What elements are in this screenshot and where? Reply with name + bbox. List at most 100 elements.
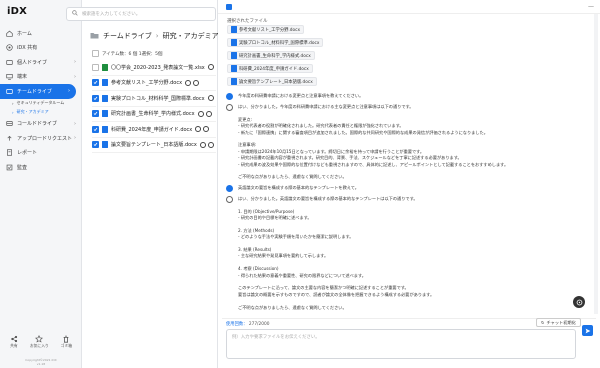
selected-file-chip[interactable]: 参考文献リスト_工学分野.docx bbox=[227, 25, 305, 34]
chevron-icon: › bbox=[68, 88, 70, 95]
home-icon bbox=[6, 30, 13, 37]
sidebar-item-upload-request[interactable]: アップロードリクエスト › bbox=[0, 131, 82, 146]
docx-file-icon bbox=[231, 78, 237, 85]
share-link-button[interactable]: 共有 bbox=[10, 334, 18, 349]
assistant-message: はい、分かりました。英語論文の要旨を構成する際の基本的なテンプレートは以下の通り… bbox=[226, 195, 588, 311]
docx-file-icon bbox=[231, 52, 237, 59]
file-checkbox[interactable] bbox=[92, 125, 99, 133]
chevron-icon: › bbox=[74, 120, 76, 127]
breadcrumb-root[interactable]: チームドライブ bbox=[103, 31, 152, 41]
item-count: アイテム数：6 個 1選択：5個 bbox=[92, 50, 163, 57]
sidebar-item-label: 端末 bbox=[17, 74, 28, 81]
sidebar-subitem-label: セキュリティデータルーム bbox=[16, 100, 65, 105]
trash-button[interactable]: ゴミ箱 bbox=[61, 334, 72, 349]
close-icon[interactable]: — bbox=[588, 3, 594, 10]
file-list: 〇〇学会_2020-2023_発表論文一覧.xlsx 参考文献リスト_工学分野.… bbox=[92, 60, 216, 153]
file-checkbox[interactable] bbox=[92, 110, 99, 118]
sidebar-item-cold-drive[interactable]: コールドドライブ › bbox=[0, 117, 82, 132]
send-button[interactable] bbox=[582, 325, 593, 336]
item-count-label: アイテム数：6 個 1選択：5個 bbox=[102, 51, 163, 57]
sidebar-item-team-drive[interactable]: チームドライブ › bbox=[0, 84, 76, 99]
sync-status-icon bbox=[203, 126, 210, 133]
reset-icon: ↻ bbox=[541, 320, 545, 325]
file-checkbox[interactable] bbox=[92, 79, 99, 87]
select-all-checkbox[interactable] bbox=[92, 50, 99, 57]
file-name: 〇〇学会_2020-2023_発表論文一覧.xlsx bbox=[111, 64, 205, 71]
team-drive-icon bbox=[6, 88, 13, 95]
selected-file-name: 参考文献リスト_工学分野.docx bbox=[239, 27, 301, 33]
sidebar-item-label: iDX 共有 bbox=[17, 45, 38, 52]
share-status-icon bbox=[207, 64, 214, 71]
breadcrumb-separator: › bbox=[155, 32, 159, 40]
user-avatar-icon bbox=[226, 184, 233, 192]
user-avatar-icon bbox=[226, 93, 233, 100]
file-name: 参考文献リスト_工学分野.docx bbox=[111, 80, 183, 87]
file-row[interactable]: 研究計画書_生命科学_学内様式.docx bbox=[92, 107, 216, 122]
bottom-action-label: ゴミ箱 bbox=[60, 343, 73, 348]
breadcrumb-current: 研究・アカデミア bbox=[162, 32, 219, 40]
chevron-icon: › bbox=[74, 73, 76, 80]
file-checkbox[interactable] bbox=[92, 141, 99, 149]
star-button[interactable]: お気に入り bbox=[30, 334, 49, 349]
selected-file-chip[interactable]: 科研費_2024年度_申請ガイド.docx bbox=[227, 64, 313, 73]
sidebar-item-drive[interactable]: 個人ドライブ › bbox=[0, 55, 82, 70]
reset-chat-button[interactable]: ↻ チャット初期化 bbox=[536, 318, 581, 327]
selected-file-name: 実験プロトコル_材料科学_国際標準.docx bbox=[239, 40, 320, 46]
chat-input-placeholder: 例）入力や要求ファイルをお伝えください。 bbox=[232, 335, 320, 340]
search-icon bbox=[72, 10, 78, 18]
sidebar-item-home[interactable]: ホーム bbox=[0, 26, 82, 41]
file-row[interactable]: 参考文献リスト_工学分野.docx bbox=[92, 76, 216, 91]
assistant-avatar-icon bbox=[226, 104, 233, 111]
assistant-avatar-icon bbox=[226, 195, 233, 203]
file-row[interactable]: 科研費_2024年度_申請ガイド.docx bbox=[92, 122, 216, 138]
selected-file-chip[interactable]: 研究計画書_生命科学_学内様式.docx bbox=[227, 51, 315, 60]
file-name: 実験プロトコル_材料科学_国際標準.docx bbox=[111, 95, 205, 102]
file-name: 研究計画書_生命科学_学内様式.docx bbox=[111, 111, 195, 118]
file-checkbox[interactable] bbox=[92, 94, 99, 102]
panel-scrollbar[interactable] bbox=[594, 14, 598, 314]
selected-file-name: 研究計画書_生命科学_学内様式.docx bbox=[239, 53, 311, 59]
sidebar-subitem[interactable]: › 研究・アカデミア bbox=[0, 108, 82, 117]
upload-request-icon bbox=[6, 135, 13, 142]
sidebar-subitem[interactable]: › セキュリティデータルーム bbox=[0, 99, 82, 108]
docx-file-icon bbox=[102, 94, 108, 102]
share-status-icon bbox=[207, 95, 214, 102]
search-placeholder: 検索語を入力してください。 bbox=[82, 12, 141, 17]
share-icon bbox=[6, 44, 13, 51]
breadcrumb: チームドライブ › 研究・アカデミア bbox=[90, 31, 219, 41]
file-name: 論文要旨テンプレート_日本語版.docx bbox=[111, 142, 197, 149]
search-input[interactable]: 検索語を入力してください。 bbox=[66, 7, 216, 21]
selected-files-label: 選択されたファイル bbox=[227, 19, 268, 24]
docx-file-icon bbox=[102, 125, 108, 133]
chevron-icon: › bbox=[74, 135, 76, 142]
file-checkbox[interactable] bbox=[92, 63, 99, 71]
help-button[interactable] bbox=[573, 296, 585, 308]
sync-status-icon bbox=[205, 110, 212, 117]
selected-files-list: 参考文献リスト_工学分野.docx 実験プロトコル_材料科学_国際標準.docx… bbox=[227, 25, 427, 90]
bottom-action-label: 共有 bbox=[10, 343, 18, 348]
sidebar-item-share[interactable]: iDX 共有 bbox=[0, 41, 82, 56]
drive-icon bbox=[6, 59, 13, 66]
selected-file-name: 論文要旨テンプレート_日本語版.docx bbox=[239, 79, 313, 85]
docx-file-icon bbox=[231, 26, 237, 33]
sidebar-item-report[interactable]: レポート bbox=[0, 146, 82, 161]
sidebar-item-audit[interactable]: 監査 bbox=[0, 160, 82, 175]
device-icon bbox=[6, 73, 13, 80]
sidebar-item-label: レポート bbox=[17, 150, 38, 157]
file-row[interactable]: 〇〇学会_2020-2023_発表論文一覧.xlsx bbox=[92, 60, 216, 76]
share-status-icon bbox=[185, 79, 192, 86]
panel-menu-icon[interactable] bbox=[226, 4, 232, 10]
file-row[interactable]: 実験プロトコル_材料科学_国際標準.docx bbox=[92, 91, 216, 107]
selected-file-chip[interactable]: 論文要旨テンプレート_日本語版.docx bbox=[227, 77, 317, 86]
chevron-icon: › bbox=[74, 59, 76, 66]
file-name: 科研費_2024年度_申請ガイド.docx bbox=[111, 126, 193, 133]
message-line: ご不明な点がありましたら、遠慮なく質問してください。 bbox=[238, 304, 347, 310]
docx-file-icon bbox=[102, 79, 108, 87]
file-row[interactable]: 論文要旨テンプレート_日本語版.docx bbox=[92, 138, 216, 153]
message-line: ご不明な点がありましたら、遠慮なく質問してください。 bbox=[238, 174, 347, 180]
chat-input[interactable]: 例）入力や要求ファイルをお伝えください。 bbox=[226, 329, 576, 359]
app-logo[interactable]: iDX bbox=[7, 6, 27, 17]
usage-counter: 使用回数： 277/2000 bbox=[226, 321, 269, 327]
selected-file-chip[interactable]: 実験プロトコル_材料科学_国際標準.docx bbox=[227, 38, 324, 47]
sidebar-item-device[interactable]: 端末 › bbox=[0, 70, 82, 85]
